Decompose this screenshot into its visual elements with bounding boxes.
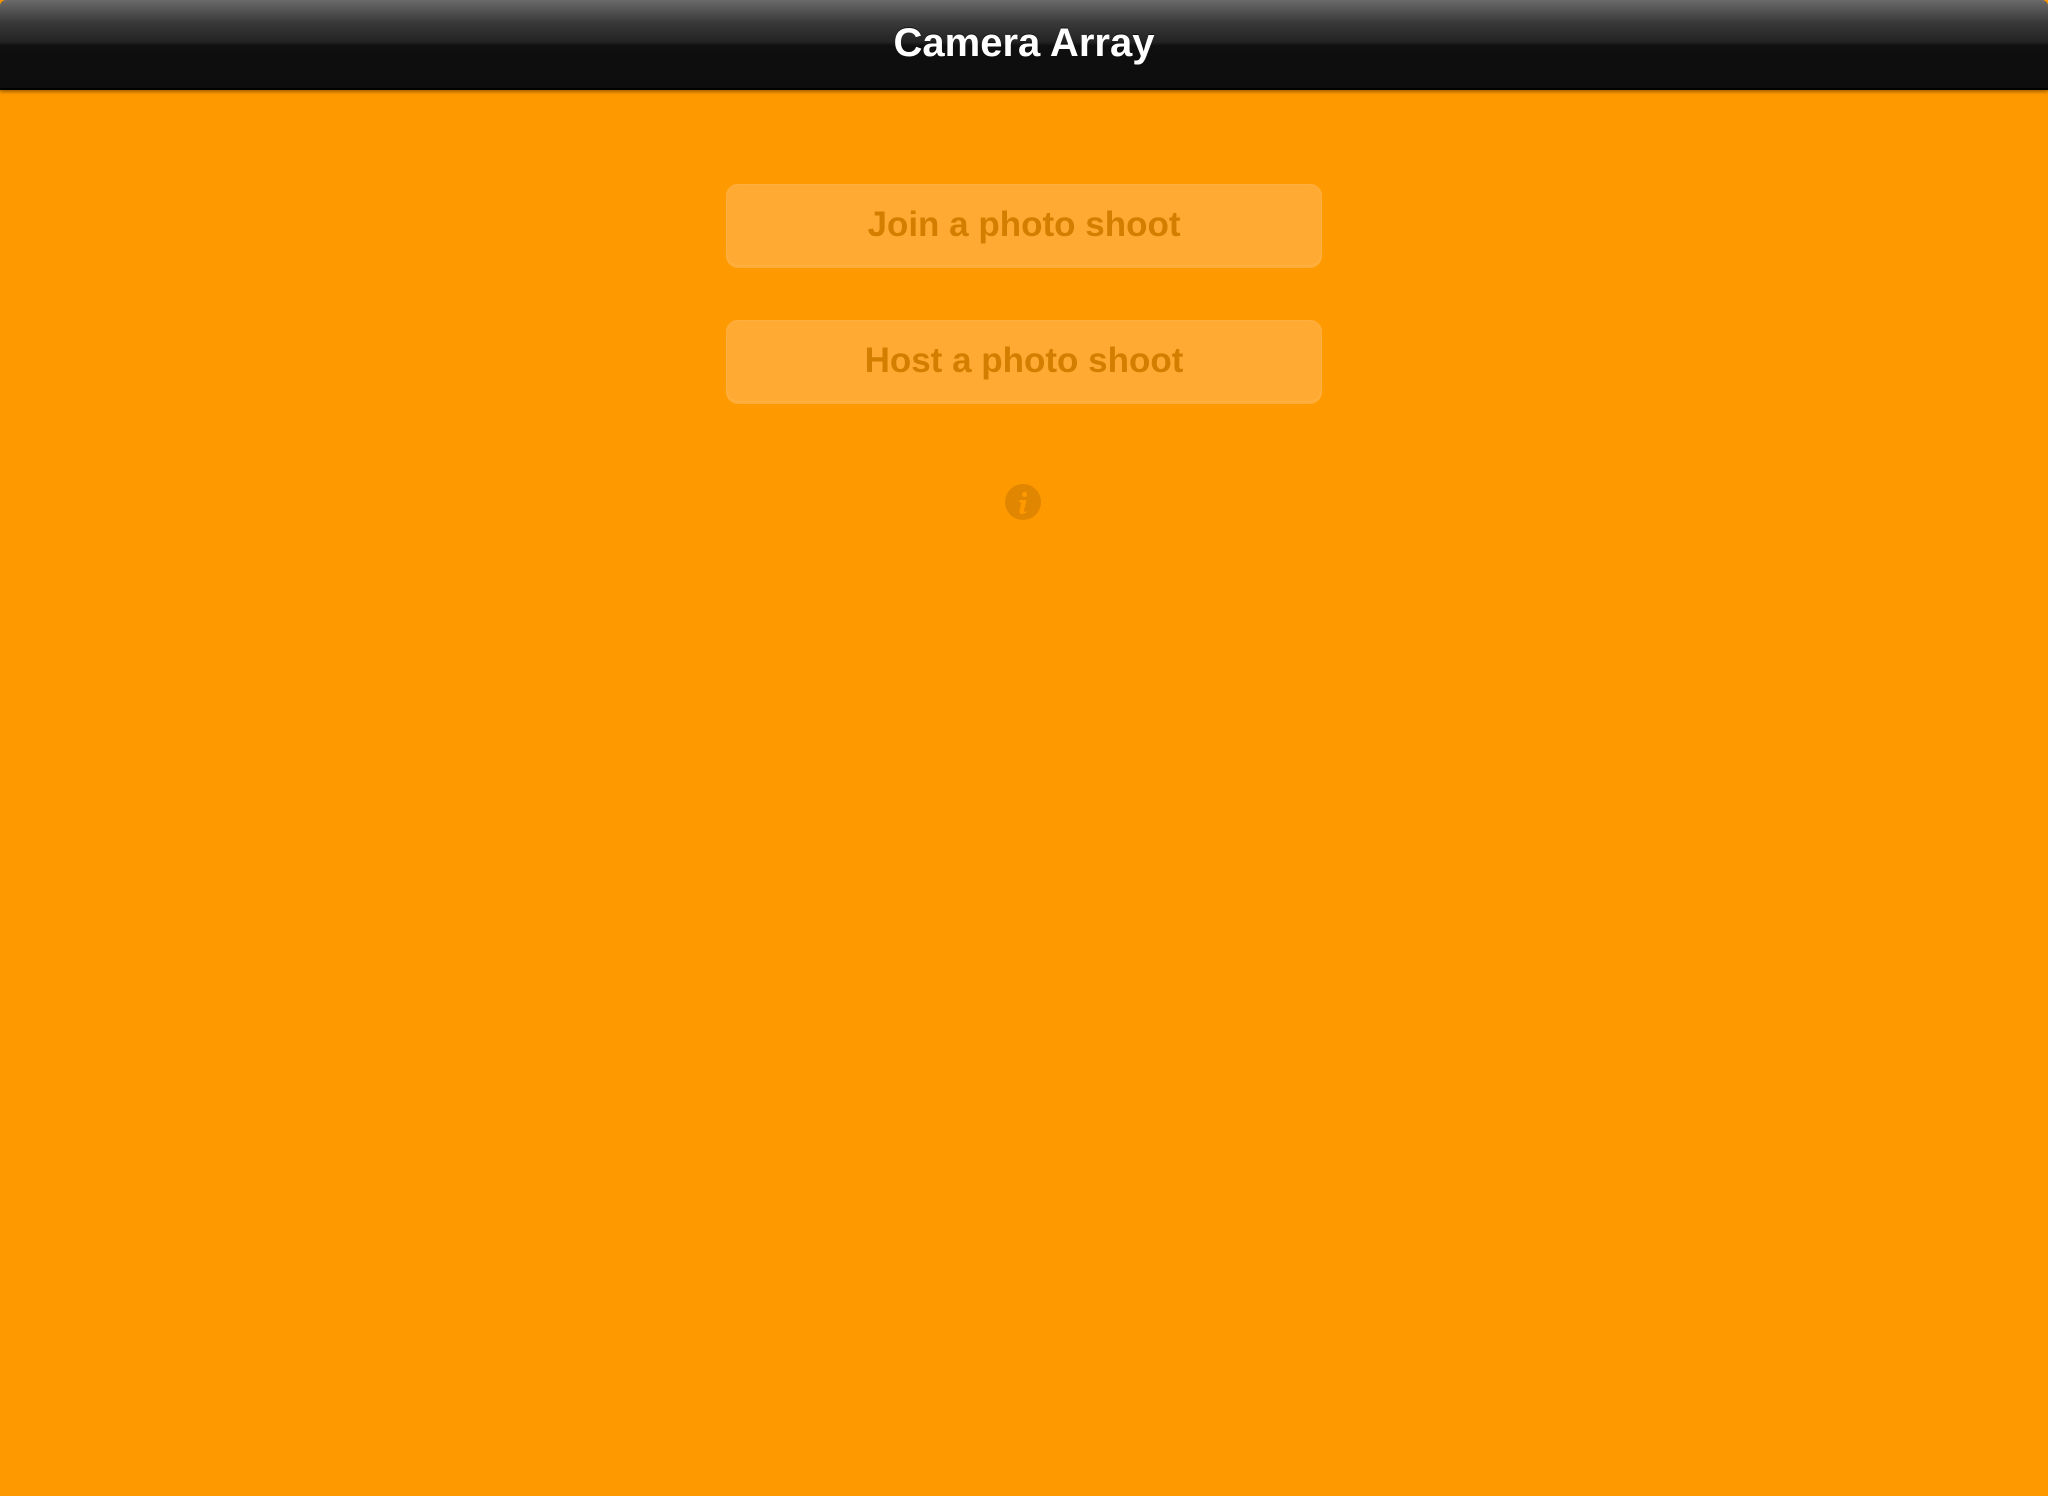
info-button[interactable] (1005, 484, 1041, 520)
join-photo-shoot-button[interactable]: Join a photo shoot (726, 184, 1322, 266)
host-photo-shoot-label: Host a photo shoot (864, 341, 1184, 380)
host-photo-shoot-button[interactable]: Host a photo shoot (726, 320, 1322, 402)
info-icon (1019, 491, 1028, 514)
navigation-bar: Camera Array (0, 0, 2048, 90)
navbar-title: Camera Array (893, 21, 1155, 65)
app-screen: Camera Array Join a photo shoot Host a p… (0, 0, 2048, 1496)
join-photo-shoot-label: Join a photo shoot (867, 205, 1181, 244)
